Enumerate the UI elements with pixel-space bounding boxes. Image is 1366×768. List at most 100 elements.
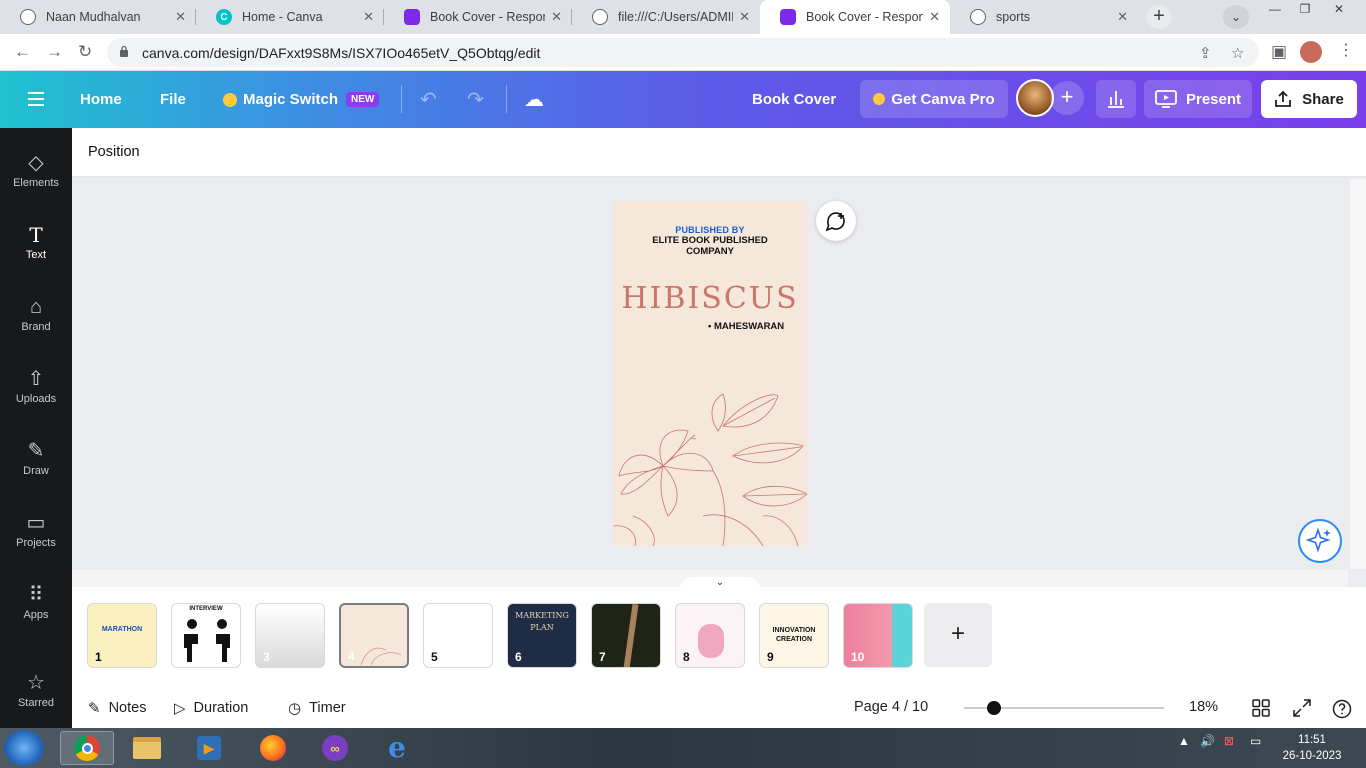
magic-assistant-button[interactable] [1298, 519, 1342, 563]
position-button[interactable]: Position [88, 144, 140, 160]
user-avatar[interactable] [1016, 79, 1054, 117]
page-number: 9 [767, 650, 774, 664]
menu-icon[interactable] [28, 92, 44, 106]
sidebar-item-text[interactable]: T Text [0, 208, 72, 276]
action-center-icon[interactable]: ▭ [1250, 734, 1261, 748]
omnibox[interactable]: canva.com/design/DAFxxt9S8Ms/ISX7IOo465e… [107, 38, 1259, 67]
sidebar-item-brand[interactable]: ⌂ Brand [0, 280, 72, 348]
close-tab-icon[interactable]: ✕ [363, 9, 374, 25]
sidebar-item-apps[interactable]: ⠿ Apps [0, 568, 72, 636]
magic-switch-button[interactable]: Magic Switch NEW [223, 71, 380, 128]
design-title[interactable]: Book Cover [752, 71, 836, 128]
home-button[interactable]: Home [80, 71, 122, 128]
expand-icon [1293, 699, 1311, 717]
forward-icon[interactable]: → [46, 42, 63, 62]
cloud-saved-icon[interactable]: ☁ [524, 87, 544, 112]
published-by-text[interactable]: PUBLISHED BY [613, 225, 807, 235]
firefox-taskbar-icon[interactable] [246, 731, 300, 765]
notes-icon: ✎ [88, 700, 101, 717]
close-tab-icon[interactable]: ✕ [551, 9, 562, 25]
brand-icon: ⌂ [29, 295, 43, 318]
sidebar-item-label: Starred [17, 696, 55, 709]
page-thumbnail-4[interactable]: 4 [339, 603, 409, 668]
browser-tab[interactable]: Book Cover - Responsiv ✕ [384, 0, 572, 34]
sidebar-item-uploads[interactable]: ⇧ Uploads [0, 352, 72, 420]
author-text[interactable]: • MAHESWARAN [708, 321, 784, 332]
add-page-button[interactable]: + [924, 603, 992, 667]
sidebar-item-starred[interactable]: ☆ Starred [0, 656, 72, 724]
page-indicator[interactable]: Page 4 / 10 [854, 699, 928, 715]
file-explorer-taskbar-icon[interactable] [120, 731, 174, 765]
browser-tab[interactable]: sports ✕ [950, 0, 1138, 34]
minimize-icon[interactable]: — [1260, 0, 1290, 20]
restore-icon[interactable]: ❐ [1290, 0, 1320, 20]
fullscreen-icon[interactable] [1293, 699, 1311, 717]
browser-tab[interactable]: file:///C:/Users/ADMIN/ ✕ [572, 0, 760, 34]
bookmark-star-icon[interactable]: ☆ [1231, 44, 1244, 62]
tray-expand-icon[interactable]: ▲ [1178, 734, 1190, 748]
system-clock[interactable]: 11:51 26-10-2023 [1280, 732, 1344, 764]
close-window-icon[interactable]: ✕ [1324, 0, 1354, 20]
url-text: canva.com/design/DAFxxt9S8Ms/ISX7IOo465e… [142, 45, 541, 61]
page-thumbnail-6[interactable]: MARKETING PLAN 6 [507, 603, 577, 668]
add-comment-button[interactable] [816, 201, 856, 241]
profile-avatar[interactable] [1300, 41, 1322, 63]
side-panel-icon[interactable]: ▣ [1271, 42, 1287, 62]
browser-tab-active[interactable]: Book Cover - Responsiv ✕ [760, 0, 950, 34]
sidebar-item-elements[interactable]: ◇ Elements [0, 136, 72, 204]
page-thumbnail-2[interactable]: INTERVIEW 2 [171, 603, 241, 668]
zoom-slider-handle[interactable] [987, 701, 1001, 715]
media-player-taskbar-icon[interactable]: ▶ [182, 731, 236, 765]
help-icon[interactable] [1332, 699, 1352, 719]
timer-button[interactable]: ◷ Timer [288, 699, 346, 717]
network-warning-icon[interactable]: ⊠ [1224, 734, 1234, 748]
page-thumbnail-3[interactable]: 3 [255, 603, 325, 668]
close-tab-icon[interactable]: ✕ [739, 9, 750, 25]
hibiscus-illustration[interactable] [613, 386, 807, 546]
close-tab-icon[interactable]: ✕ [1117, 9, 1128, 25]
page-thumbnail-8[interactable]: 8 [675, 603, 745, 668]
present-icon [1155, 90, 1177, 108]
new-tab-button[interactable]: + [1146, 5, 1172, 29]
tab-search-icon[interactable]: ⌄ [1223, 5, 1249, 29]
close-tab-icon[interactable]: ✕ [175, 9, 186, 25]
undo-icon[interactable]: ↶ [420, 87, 437, 112]
book-title-text[interactable]: HIBISCUS [613, 281, 807, 316]
page-thumbnail-10[interactable]: 10 [843, 603, 913, 668]
present-button[interactable]: Present [1144, 80, 1252, 118]
book-cover-page[interactable]: PUBLISHED BY ELITE BOOK PUBLISHED COMPAN… [613, 201, 807, 546]
chrome-taskbar-icon[interactable] [60, 731, 114, 765]
internet-explorer-taskbar-icon[interactable]: e [370, 731, 424, 765]
share-page-icon[interactable]: ⇪ [1199, 44, 1212, 62]
thumbnail-title: MARATHON [101, 626, 143, 633]
zoom-level[interactable]: 18% [1189, 699, 1218, 715]
private-browser-taskbar-icon[interactable]: ∞ [308, 731, 362, 765]
insights-chart-icon[interactable] [1096, 80, 1136, 118]
reload-icon[interactable]: ↻ [78, 42, 92, 62]
volume-icon[interactable]: 🔊 [1200, 734, 1215, 748]
back-icon[interactable]: ← [14, 42, 31, 62]
browser-tab[interactable]: C Home - Canva ✕ [196, 0, 384, 34]
redo-icon[interactable]: ↷ [467, 87, 484, 112]
grid-view-icon[interactable] [1252, 699, 1270, 717]
sidebar-item-projects[interactable]: ▭ Projects [0, 496, 72, 564]
sidebar-item-draw[interactable]: ✎ Draw [0, 424, 72, 492]
company-text[interactable]: ELITE BOOK PUBLISHED COMPANY [633, 235, 787, 257]
vertical-scrollbar[interactable] [1350, 179, 1366, 569]
browser-tab[interactable]: Naan Mudhalvan ✕ [0, 0, 196, 34]
windows-start-button[interactable] [4, 730, 44, 766]
page-thumbnail-7[interactable]: 7 [591, 603, 661, 668]
file-menu-button[interactable]: File [160, 71, 186, 128]
browser-menu-icon[interactable]: ⋮ [1338, 40, 1354, 60]
get-canva-pro-button[interactable]: Get Canva Pro [860, 80, 1008, 118]
notes-button[interactable]: ✎ Notes [88, 699, 146, 717]
invite-plus-button[interactable]: + [1050, 81, 1084, 115]
timer-label: Timer [309, 700, 346, 716]
tab-title: Naan Mudhalvan [46, 10, 141, 24]
share-button[interactable]: Share [1261, 80, 1357, 118]
page-thumbnail-5[interactable]: 5 [423, 603, 493, 668]
duration-button[interactable]: ▷ Duration [174, 699, 248, 717]
page-thumbnail-9[interactable]: INNOVATION CREATION 9 [759, 603, 829, 668]
page-thumbnail-1[interactable]: MARATHON 1 [87, 603, 157, 668]
close-tab-icon[interactable]: ✕ [929, 9, 940, 25]
